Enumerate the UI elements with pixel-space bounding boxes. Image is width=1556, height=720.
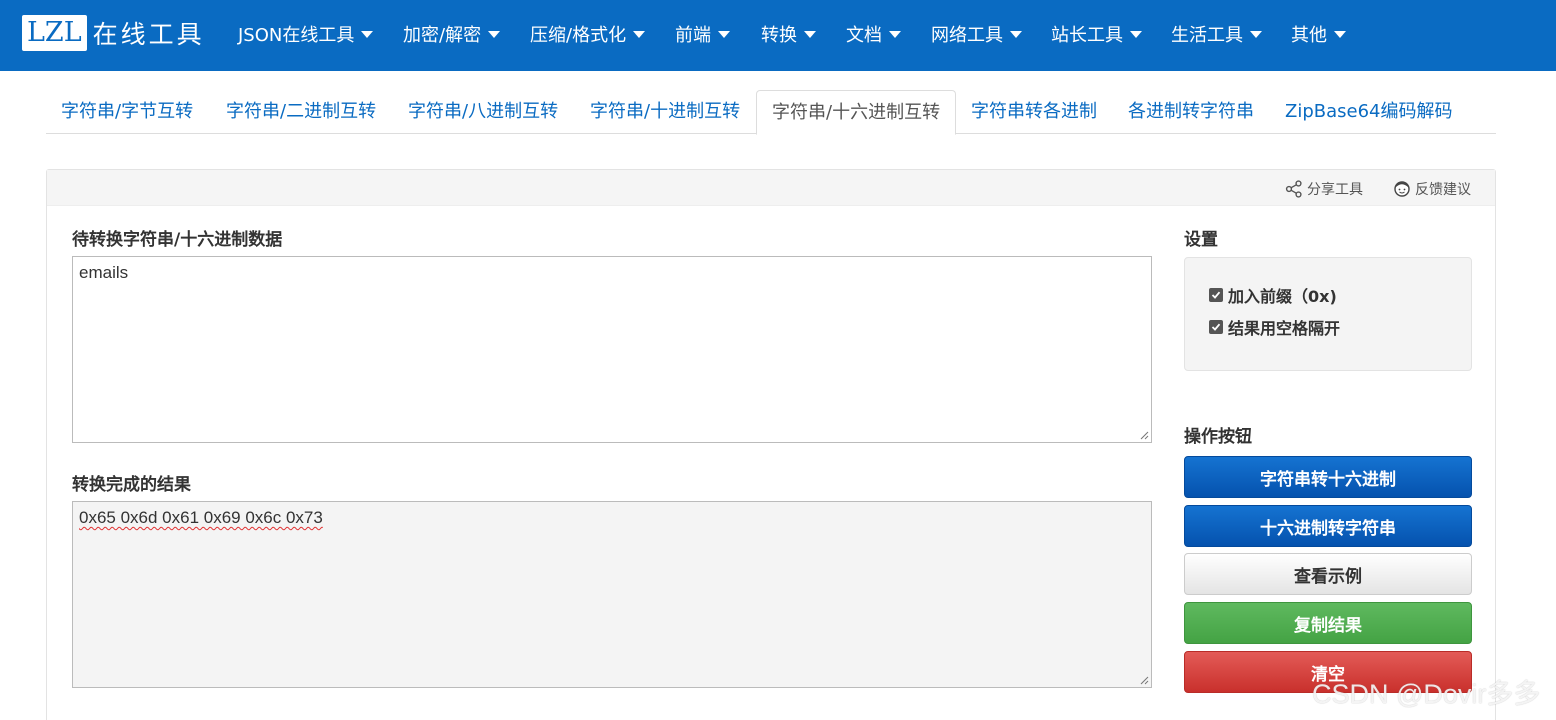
share-icon [1285, 180, 1302, 198]
feedback-label: 反馈建议 [1415, 182, 1471, 198]
nav-convert[interactable]: 转换 [761, 21, 816, 47]
nav-label: 加密/解密 [403, 25, 482, 46]
nav-label: 其他 [1291, 25, 1327, 46]
nav-frontend[interactable]: 前端 [675, 21, 730, 47]
nav-other[interactable]: 其他 [1291, 21, 1346, 47]
checkmark-icon [1211, 323, 1221, 331]
space-option-label: 结果用空格隔开 [1228, 319, 1341, 338]
csdn-watermark: CSDN @Dovir多多 [1312, 679, 1541, 709]
settings-title: 设置 [1184, 230, 1218, 250]
nav-label: 文档 [846, 25, 882, 46]
nav-compress-format[interactable]: 压缩/格式化 [530, 21, 646, 47]
output-textarea[interactable]: 0x65 0x6d 0x61 0x69 0x6c 0x73 [72, 501, 1152, 688]
caret-down-icon [361, 30, 374, 38]
resize-grip-icon[interactable] [1140, 431, 1149, 440]
caret-down-icon [889, 30, 901, 38]
nav-network-tools[interactable]: 网络工具 [931, 21, 1022, 47]
input-text: emails [79, 263, 129, 282]
tab-radix-to-string[interactable]: 各进制转字符串 [1128, 90, 1254, 134]
nav-label: 前端 [675, 25, 711, 46]
site-logo[interactable]: LZL 在线工具 [22, 14, 205, 52]
string-to-hex-button[interactable]: 字符串转十六进制 [1184, 456, 1472, 498]
nav-webmaster-tools[interactable]: 站长工具 [1051, 21, 1142, 47]
nav-label: JSON在线工具 [238, 25, 355, 46]
tab-zipbase64[interactable]: ZipBase64编码解码 [1285, 90, 1453, 134]
nav-json-tools[interactable]: JSON在线工具 [238, 21, 374, 47]
tab-string-bytes[interactable]: 字符串/字节互转 [61, 90, 193, 134]
caret-down-icon [633, 30, 646, 38]
tab-string-to-radix[interactable]: 字符串转各进制 [971, 90, 1097, 134]
caret-down-icon [1334, 30, 1346, 38]
feedback-link[interactable]: 反馈建议 [1393, 179, 1471, 199]
caret-down-icon [804, 30, 816, 38]
prefix-option[interactable]: 加入前缀（0x) [1209, 284, 1337, 306]
tab-string-binary[interactable]: 字符串/二进制互转 [226, 90, 376, 134]
share-label: 分享工具 [1307, 182, 1363, 198]
caret-down-icon [1250, 30, 1262, 38]
top-navbar: LZL 在线工具 JSON在线工具 加密/解密 压缩/格式化 前端 转换 文档 … [0, 0, 1556, 71]
output-text: 0x65 0x6d 0x61 0x69 0x6c 0x73 [79, 508, 323, 527]
prefix-checkbox[interactable] [1209, 288, 1223, 302]
view-example-button[interactable]: 查看示例 [1184, 553, 1472, 595]
space-option[interactable]: 结果用空格隔开 [1209, 316, 1340, 338]
output-label: 转换完成的结果 [72, 475, 191, 495]
input-textarea[interactable]: emails [72, 256, 1152, 443]
caret-down-icon [488, 30, 501, 38]
tab-string-decimal[interactable]: 字符串/十进制互转 [590, 90, 740, 134]
nav-label: 网络工具 [931, 25, 1003, 46]
nav-label: 压缩/格式化 [530, 25, 627, 46]
prefix-option-label: 加入前缀（0x) [1228, 287, 1337, 306]
share-tool-link[interactable]: 分享工具 [1285, 179, 1363, 199]
feedback-person-icon [1394, 181, 1410, 197]
panel-header: 分享工具 反馈建议 [47, 170, 1495, 206]
hex-to-string-button[interactable]: 十六进制转字符串 [1184, 505, 1472, 547]
caret-down-icon [1010, 30, 1022, 38]
nav-label: 生活工具 [1171, 25, 1243, 46]
caret-down-icon [718, 30, 730, 38]
nav-label: 转换 [761, 25, 797, 46]
nav-label: 站长工具 [1051, 25, 1123, 46]
checkmark-icon [1211, 291, 1221, 299]
nav-life-tools[interactable]: 生活工具 [1171, 21, 1262, 47]
tab-string-hex[interactable]: 字符串/十六进制互转 [756, 90, 957, 135]
caret-down-icon [1130, 30, 1142, 38]
logo-suffix: 在线工具 [92, 20, 205, 49]
resize-grip-icon[interactable] [1140, 676, 1149, 685]
tab-string-octal[interactable]: 字符串/八进制互转 [408, 90, 558, 134]
space-checkbox[interactable] [1209, 320, 1223, 334]
logo-brand: LZL [22, 15, 87, 51]
settings-box: 加入前缀（0x) 结果用空格隔开 [1184, 257, 1472, 371]
tool-tabs: 字符串/字节互转 字符串/二进制互转 字符串/八进制互转 字符串/十进制互转 字… [46, 90, 1496, 135]
nav-encrypt[interactable]: 加密/解密 [403, 21, 501, 47]
copy-result-button[interactable]: 复制结果 [1184, 602, 1472, 644]
actions-title: 操作按钮 [1184, 427, 1252, 447]
input-label: 待转换字符串/十六进制数据 [72, 230, 283, 250]
nav-docs[interactable]: 文档 [846, 21, 901, 47]
